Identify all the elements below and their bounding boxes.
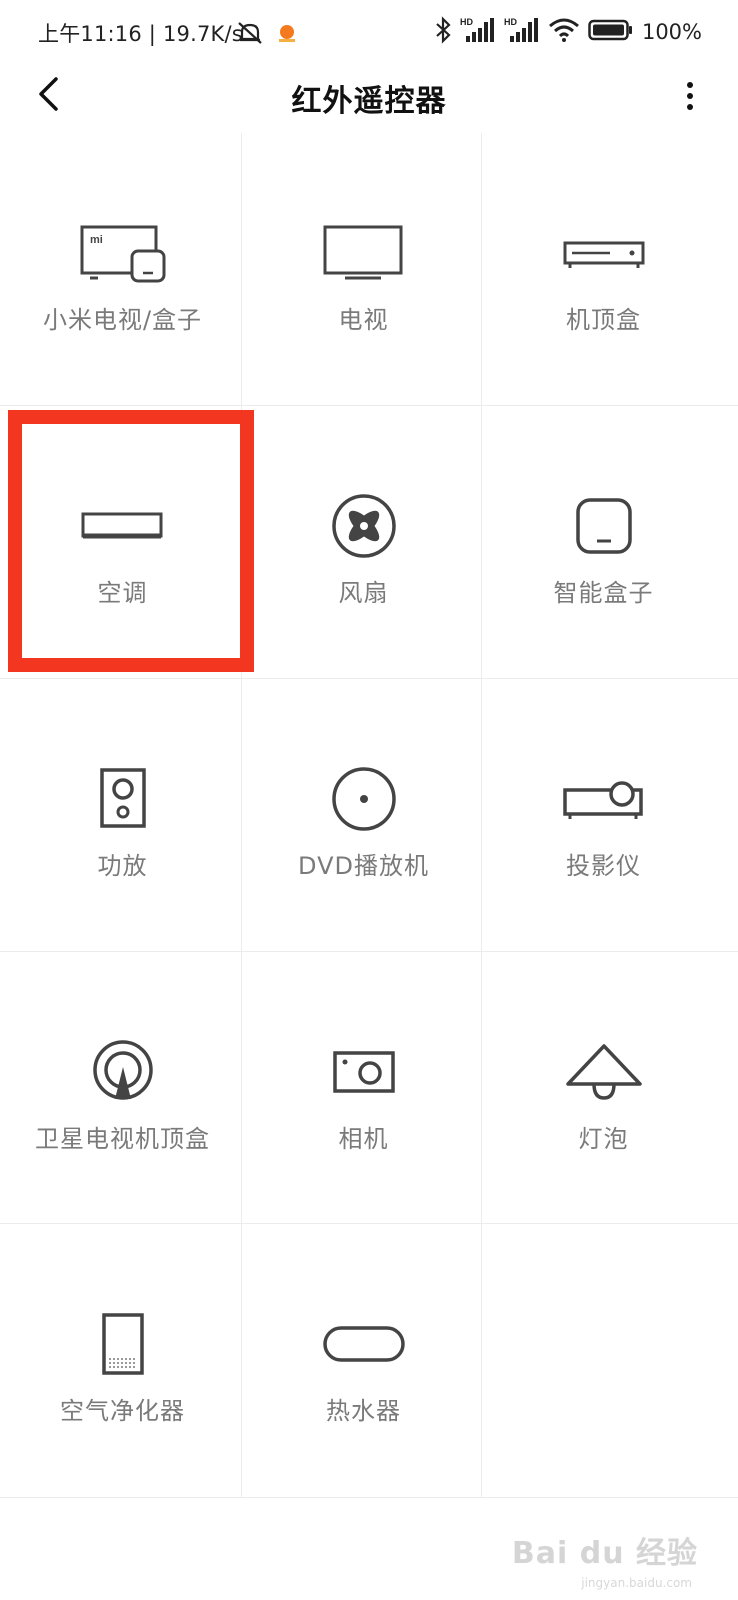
camera-icon (241, 1040, 486, 1104)
set-top-box-icon (481, 221, 726, 285)
battery-icon (588, 18, 634, 46)
device-label: 投影仪 (566, 852, 641, 880)
signal-hd-icon-1: HD (460, 16, 496, 48)
device-label: 空气净化器 (60, 1397, 185, 1425)
device-label: 电视 (338, 306, 389, 334)
satellite-icon (0, 1040, 245, 1104)
device-lamp[interactable]: 灯泡 (481, 952, 726, 1224)
device-fan[interactable]: 风扇 (241, 406, 486, 678)
amplifier-icon (0, 767, 245, 831)
device-projector[interactable]: 投影仪 (481, 679, 726, 951)
projector-icon (481, 767, 726, 831)
svg-text:mi: mi (90, 234, 103, 246)
device-camera[interactable]: 相机 (241, 952, 486, 1224)
wifi-icon (548, 17, 580, 47)
device-label: DVD播放机 (298, 852, 429, 880)
svg-text:HD: HD (504, 17, 517, 27)
signal-hd-icon-2: HD (504, 16, 540, 48)
fan-icon (241, 494, 486, 558)
more-options-button[interactable] (672, 72, 708, 124)
device-label: 灯泡 (578, 1125, 629, 1153)
status-time-speed: 上午11:16 | 19.7K/s (38, 22, 243, 46)
air-purifier-icon (0, 1312, 245, 1376)
mi-tv-box-icon: mi (0, 221, 245, 285)
svg-text:HD: HD (460, 17, 473, 27)
device-water-heater[interactable]: 热水器 (241, 1224, 486, 1496)
device-label: 相机 (338, 1125, 389, 1153)
dvd-icon (241, 767, 486, 831)
device-amplifier[interactable]: 功放 (0, 679, 245, 951)
tv-icon (241, 221, 486, 285)
smart-box-icon (481, 494, 726, 558)
page-title: 红外遥控器 (291, 84, 447, 119)
mute-notification-icon (236, 20, 264, 50)
status-bar: 上午11:16 | 19.7K/s HD HD 100% (0, 0, 738, 64)
device-dvd[interactable]: DVD播放机 (241, 679, 486, 951)
empty-cell (481, 1224, 726, 1496)
device-label: 卫星电视机顶盒 (35, 1125, 210, 1153)
device-mi-tv-box[interactable]: mi 小米电视/盒子 (0, 133, 245, 405)
air-conditioner-icon (0, 494, 245, 558)
device-label: 小米电视/盒子 (42, 306, 203, 334)
water-heater-icon (241, 1312, 486, 1376)
device-label: 智能盒子 (553, 579, 654, 607)
device-set-top-box[interactable]: 机顶盒 (481, 133, 726, 405)
status-icons: HD HD 100% (434, 14, 702, 50)
device-label: 热水器 (326, 1397, 401, 1425)
header: 红外遥控器 (0, 64, 738, 128)
device-label: 功放 (97, 852, 148, 880)
device-satellite[interactable]: 卫星电视机顶盒 (0, 952, 245, 1224)
watermark: Bai du 经验 (511, 1536, 698, 1571)
device-label: 空调 (97, 579, 148, 607)
app-notification-icon (276, 22, 298, 48)
device-label: 机顶盒 (566, 306, 641, 334)
device-air-conditioner[interactable]: 空调 (0, 406, 245, 678)
device-tv[interactable]: 电视 (241, 133, 486, 405)
more-vertical-icon (686, 81, 694, 115)
watermark-sub: jingyan.baidu.com (581, 1576, 692, 1590)
battery-percent: 100% (641, 20, 702, 44)
device-air-purifier[interactable]: 空气净化器 (0, 1224, 245, 1496)
device-label: 风扇 (338, 579, 389, 607)
lamp-icon (481, 1040, 726, 1104)
device-smart-box[interactable]: 智能盒子 (481, 406, 726, 678)
bluetooth-icon (434, 16, 452, 48)
